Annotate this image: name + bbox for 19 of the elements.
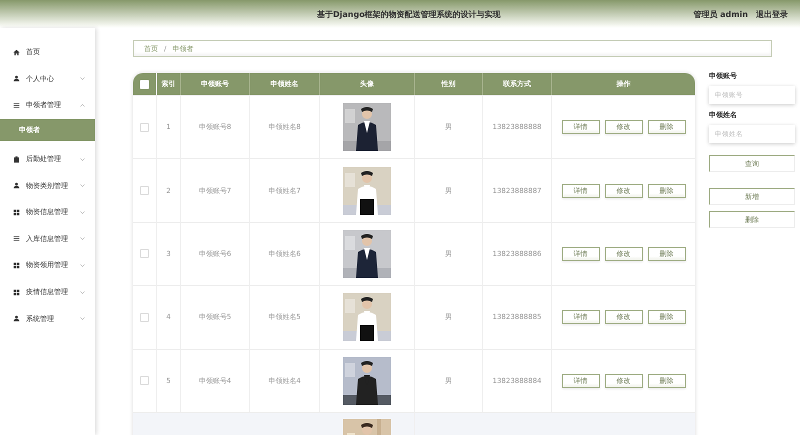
row-checkbox[interactable] [140, 312, 149, 322]
row-checkbox[interactable] [140, 376, 149, 386]
grid-icon [13, 288, 20, 296]
user-icon [13, 75, 20, 82]
select-all-checkbox[interactable] [140, 80, 149, 88]
user-icon [13, 315, 20, 322]
home-icon [13, 48, 20, 56]
menu-icon [13, 235, 20, 242]
user-label: 管理员 admin [693, 8, 748, 20]
row-checkbox[interactable] [140, 186, 149, 196]
grid-icon [13, 208, 20, 216]
clipboard-icon [13, 156, 20, 163]
grid-icon [13, 262, 20, 269]
row-checkbox[interactable] [140, 122, 149, 132]
menu-icon [13, 102, 20, 109]
user-icon [13, 182, 20, 190]
row-checkbox[interactable] [140, 249, 149, 258]
system-title: 基于Django框架的物资配送管理系统的设计与实现 [317, 8, 501, 20]
logout-link[interactable]: 退出登录 [756, 8, 788, 20]
